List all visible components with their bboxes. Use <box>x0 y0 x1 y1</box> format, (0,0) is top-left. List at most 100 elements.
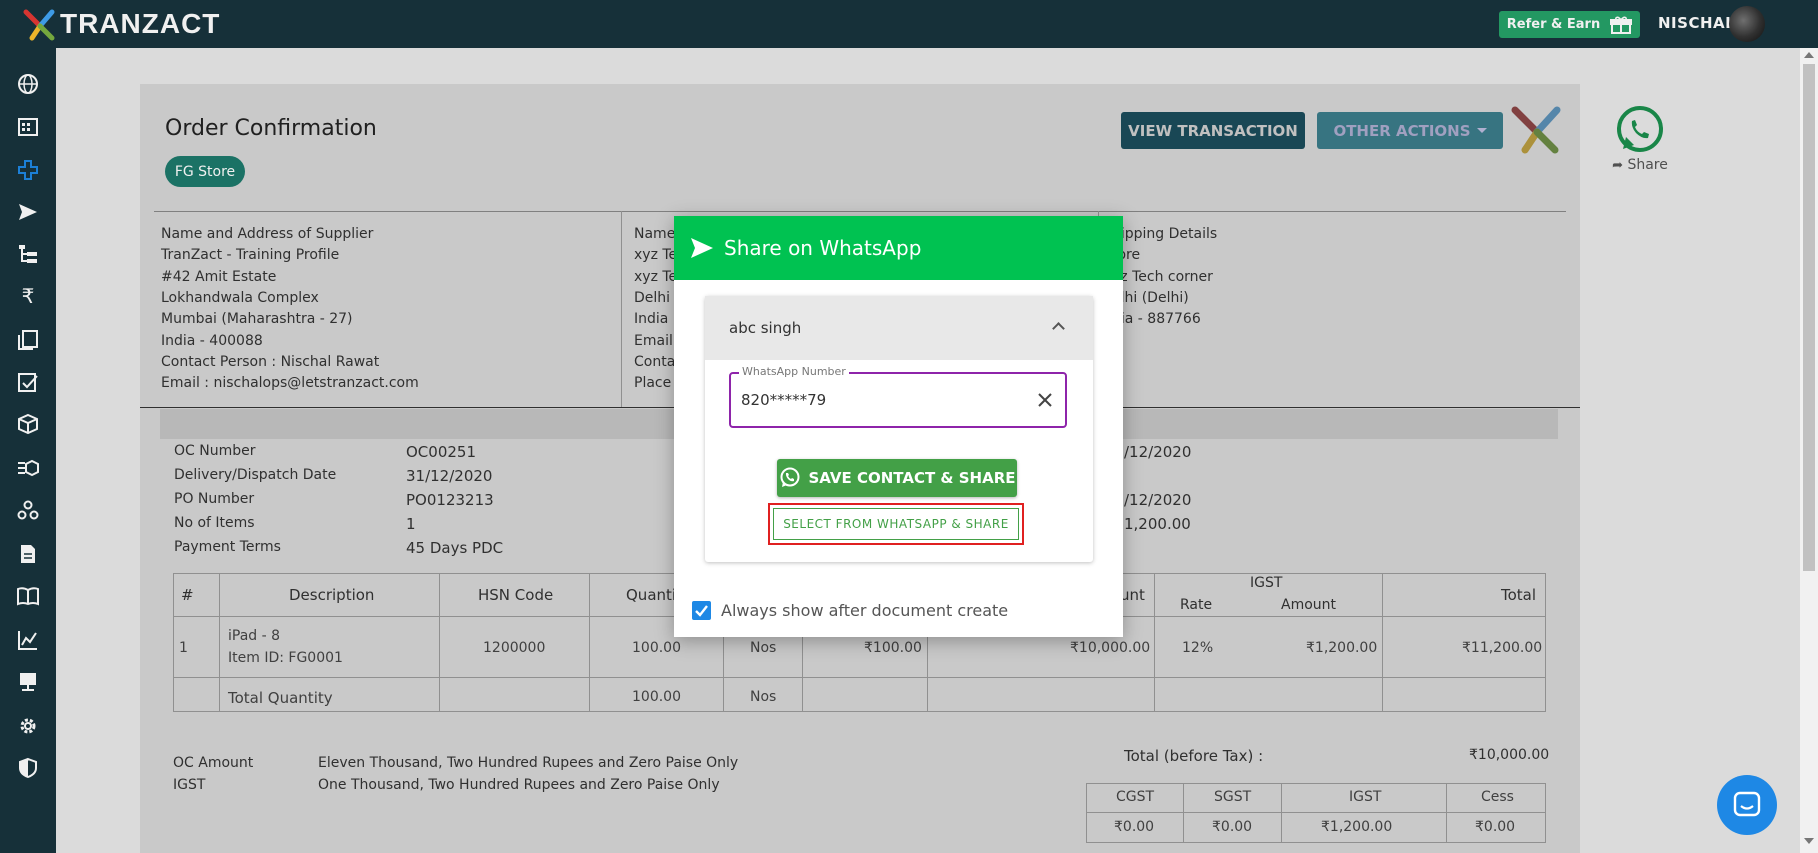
table-cell: ₹100.00 <box>864 640 922 656</box>
check-icon <box>695 605 708 617</box>
computer-icon[interactable] <box>16 670 40 694</box>
total-quantity-label: Total Quantity <box>228 689 333 707</box>
checklist-icon[interactable] <box>16 370 40 394</box>
table-divider <box>1446 783 1447 843</box>
contact-accordion-header[interactable]: abc singh <box>705 296 1093 360</box>
chevron-up-icon <box>1052 322 1065 335</box>
hierarchy-icon[interactable] <box>16 242 40 266</box>
building-icon[interactable] <box>16 114 40 138</box>
table-cell: 12% <box>1182 640 1214 656</box>
table-header: Description <box>289 586 375 604</box>
file-icon[interactable] <box>16 542 40 566</box>
tax-value: ₹0.00 <box>1475 819 1516 835</box>
rupee-icon[interactable]: ₹ <box>16 284 40 308</box>
supplier-email: Email : nischalops@letstranzact.com <box>161 375 419 391</box>
scroll-up-arrow-icon[interactable] <box>1804 52 1814 58</box>
globe-icon[interactable] <box>16 72 40 96</box>
buyer-line: xyz Te <box>634 247 678 263</box>
view-transaction-button[interactable]: VIEW TRANSACTION <box>1121 112 1305 149</box>
chat-support-button[interactable] <box>1717 775 1777 835</box>
table-header: IGST <box>1250 575 1283 591</box>
sidebar: ₹ <box>0 48 56 853</box>
table-cell: iPad - 8 <box>228 628 281 644</box>
page-title: Order Confirmation <box>165 116 377 141</box>
share-whatsapp-modal: Share on WhatsApp abc singh WhatsApp Num… <box>674 216 1123 637</box>
table-divider <box>219 573 220 712</box>
table-divider <box>173 677 1546 678</box>
table-header: Total <box>1501 586 1537 604</box>
clear-icon[interactable] <box>1031 386 1059 414</box>
share-label: Share <box>1627 157 1668 173</box>
user-name[interactable]: NISCHAL <box>1658 14 1735 32</box>
whatsapp-icon <box>780 467 799 487</box>
documents-icon[interactable] <box>16 328 40 352</box>
chart-icon[interactable] <box>16 628 40 652</box>
oc-right-value: 1,200.00 <box>1124 515 1191 533</box>
store-badge: FG Store <box>165 156 245 187</box>
table-cell: Item ID: FG0001 <box>228 650 343 666</box>
send-icon[interactable] <box>16 200 40 224</box>
table-header: unt <box>1120 586 1145 604</box>
oc-right-value: /12/2020 <box>1124 491 1192 509</box>
tax-value: ₹1,200.00 <box>1321 819 1393 835</box>
shipping-line: elhi (Delhi) <box>1112 290 1189 306</box>
table-header: Rate <box>1180 597 1213 613</box>
divider <box>621 211 622 408</box>
supplier-contact: Contact Person : Nischal Rawat <box>161 354 380 370</box>
table-header: Quanti <box>626 586 677 604</box>
brand-name: TRANZACT <box>60 8 221 39</box>
whatsapp-number-label: WhatsApp Number <box>739 365 849 378</box>
total-before-tax-label: Total (before Tax) : <box>1124 747 1264 765</box>
table-divider <box>1086 812 1546 813</box>
other-actions-button[interactable]: OTHER ACTIONS <box>1317 112 1503 149</box>
whatsapp-share-link[interactable]: ➦ Share <box>1605 105 1675 173</box>
brand-logo[interactable]: TRANZACT <box>22 6 220 42</box>
buyer-line: India <box>634 311 669 327</box>
book-icon[interactable] <box>16 584 40 608</box>
contact-name: abc singh <box>729 319 802 337</box>
total-before-tax-value: ₹10,000.00 <box>1469 747 1550 763</box>
scroll-down-arrow-icon[interactable] <box>1804 838 1814 844</box>
scrollbar[interactable] <box>1800 48 1818 853</box>
list-box-icon[interactable] <box>16 456 40 480</box>
buyer-line: Delhi <box>634 290 671 306</box>
plus-cross-icon[interactable] <box>16 158 40 182</box>
save-contact-share-label: SAVE CONTACT & SHARE <box>808 469 1016 487</box>
gift-icon <box>1610 16 1633 34</box>
whatsapp-icon <box>1617 106 1663 152</box>
chat-icon <box>1733 791 1761 817</box>
highlight-frame: SELECT FROM WHATSAPP & SHARE <box>768 503 1024 545</box>
scroll-thumb[interactable] <box>1803 64 1815 571</box>
table-divider <box>1154 573 1155 712</box>
network-icon[interactable] <box>16 498 40 522</box>
avatar[interactable] <box>1729 6 1765 42</box>
table-cell: Nos <box>750 640 777 656</box>
total-quantity-unit: Nos <box>750 689 777 705</box>
buyer-line: xyz Te <box>634 269 678 285</box>
oc-value: PO0123213 <box>406 491 494 509</box>
refer-earn-button[interactable]: Refer & Earn <box>1499 11 1640 38</box>
buyer-line: Email <box>634 333 673 349</box>
top-bar: TRANZACT Refer & Earn NISCHAL <box>0 0 1818 48</box>
tax-header: CGST <box>1116 789 1155 805</box>
tax-header: SGST <box>1214 789 1252 805</box>
always-show-label: Always show after document create <box>721 601 1009 620</box>
gear-icon[interactable] <box>16 714 40 738</box>
shipping-line: dia - 887766 <box>1112 311 1201 327</box>
box-icon[interactable] <box>16 412 40 436</box>
buyer-line: Conta <box>634 354 676 370</box>
oc-label: Payment Terms <box>174 539 281 555</box>
whatsapp-number-input[interactable] <box>741 391 1021 409</box>
divider <box>154 211 1566 212</box>
table-cell: 100.00 <box>632 640 681 656</box>
shield-icon[interactable] <box>16 756 40 780</box>
always-show-checkbox[interactable] <box>692 601 711 620</box>
supplier-address-line: Mumbai (Maharashtra - 27) <box>161 311 353 327</box>
select-from-whatsapp-button[interactable]: SELECT FROM WHATSAPP & SHARE <box>773 508 1019 540</box>
tax-header: IGST <box>1349 789 1382 805</box>
table-cell: ₹11,200.00 <box>1462 640 1543 656</box>
save-contact-share-button[interactable]: SAVE CONTACT & SHARE <box>777 459 1017 497</box>
tax-value: ₹0.00 <box>1114 819 1155 835</box>
whatsapp-number-field: WhatsApp Number <box>729 365 1067 428</box>
tax-value: ₹0.00 <box>1212 819 1253 835</box>
